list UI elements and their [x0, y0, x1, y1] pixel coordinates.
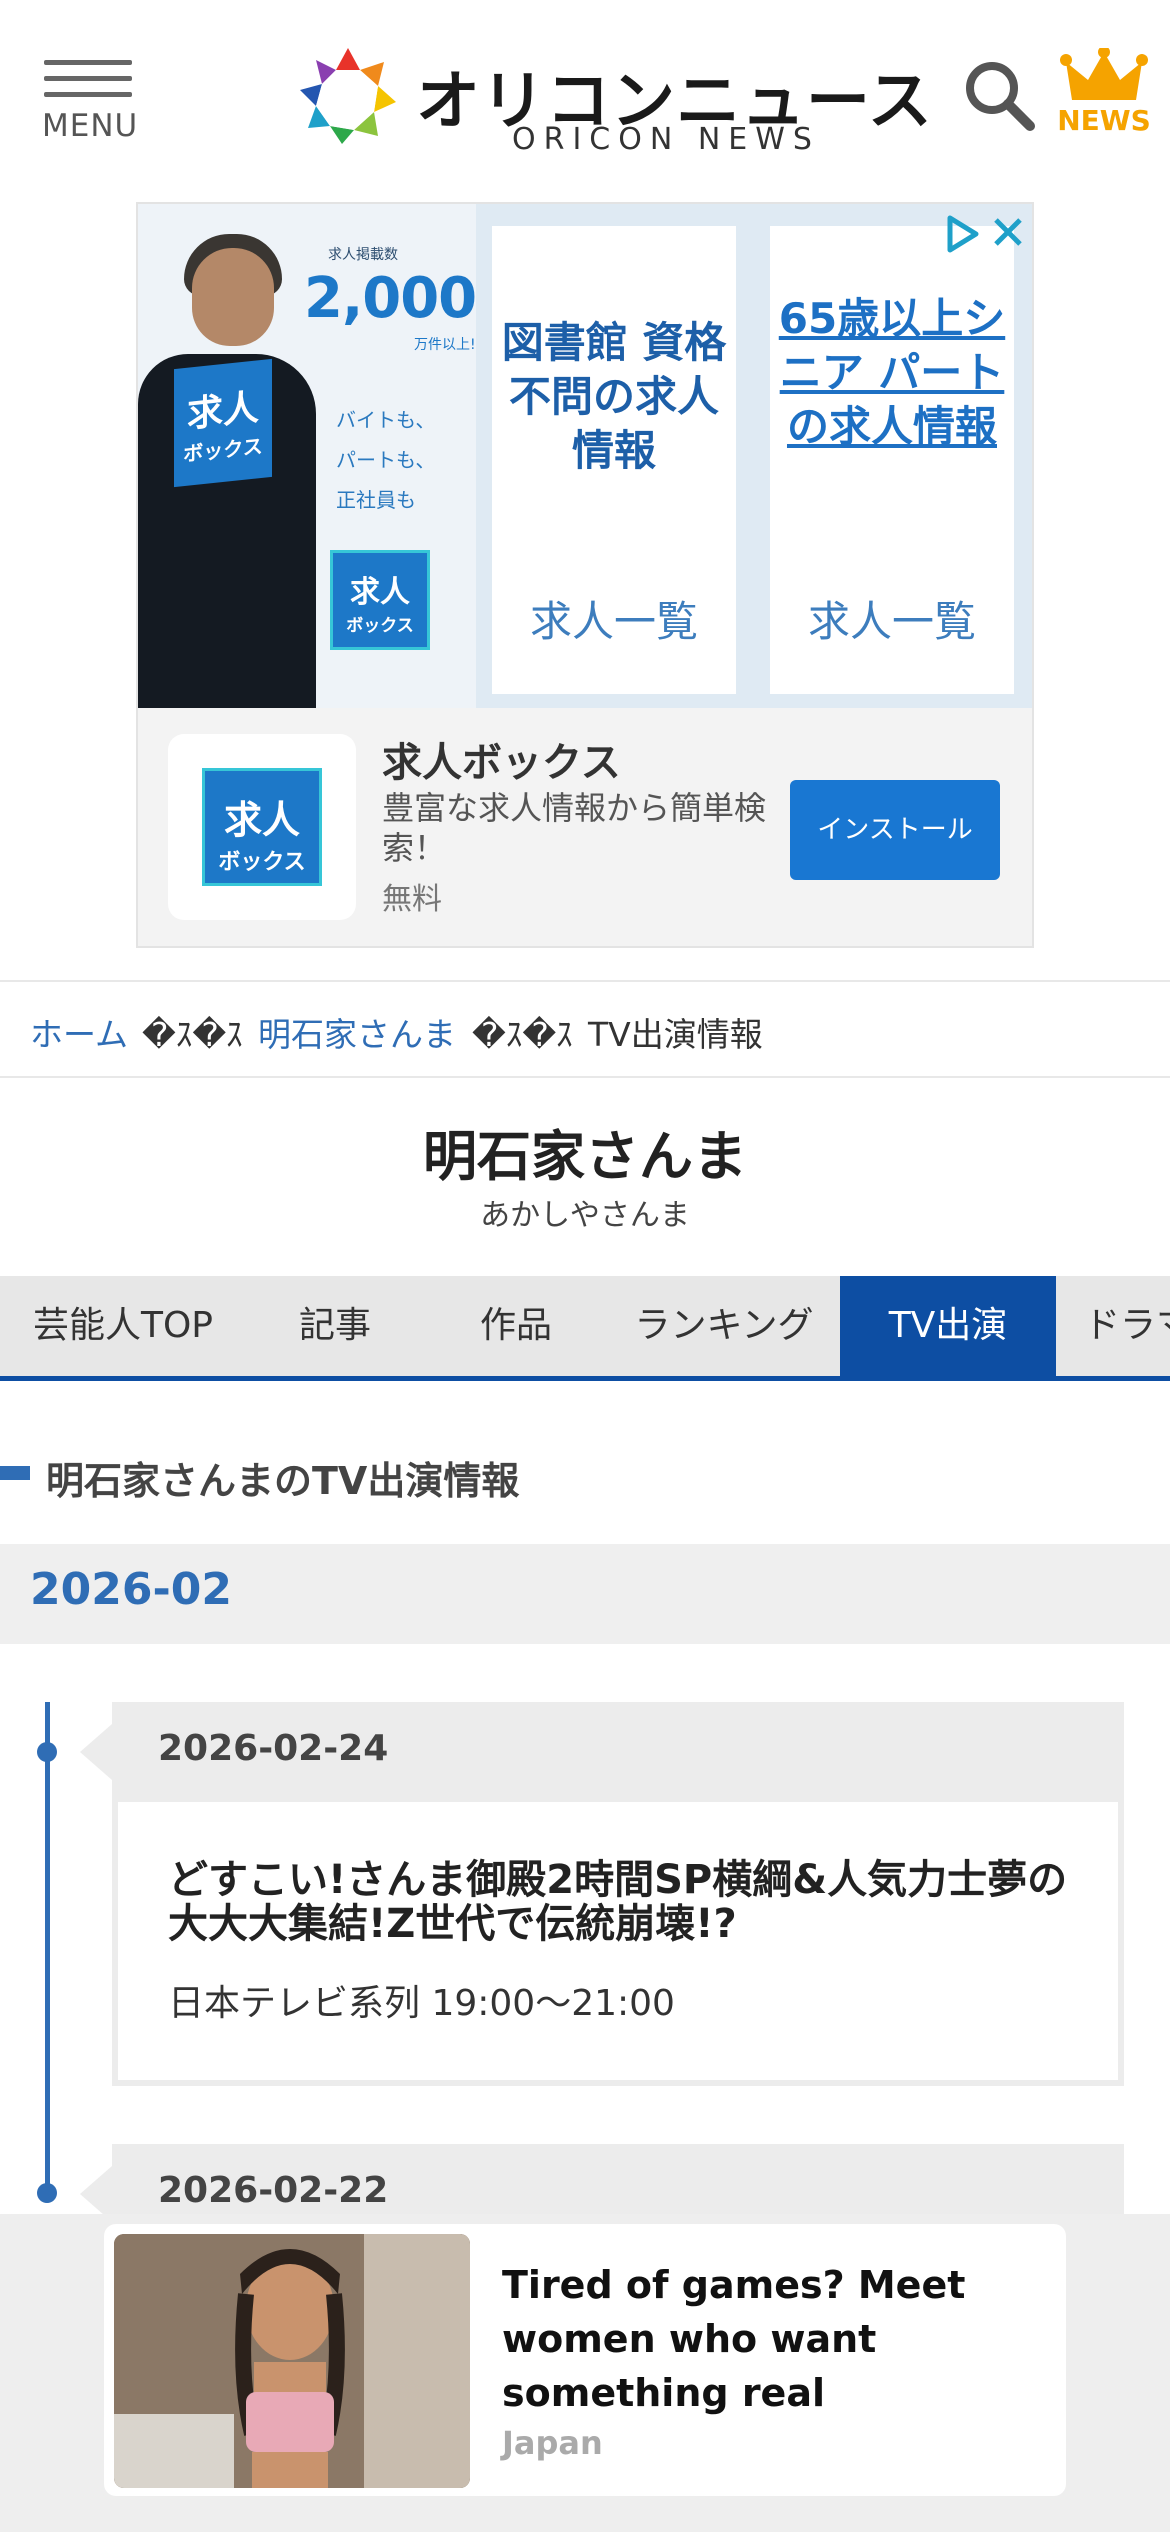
ad-bullet: パートも、 [336, 448, 436, 472]
logo-subtext: ORICON NEWS [512, 122, 820, 157]
news-label: NEWS [1057, 104, 1151, 137]
ad-install-button[interactable]: インストール [790, 780, 1000, 880]
hamburger-icon-bar [44, 76, 132, 81]
logo-mark-icon [300, 48, 396, 144]
entry-title[interactable]: どすこい!さんま御殿2時間SP横綱&人気力士夢の大大大集結!Z世代で伝統崩壊!? [168, 1858, 1088, 1946]
breadcrumb-current: TV出演情報 [588, 1015, 763, 1054]
tab-top[interactable]: 芸能人TOP [0, 1276, 246, 1376]
ad-job-card[interactable]: 65歳以上シニア パートの求人情報 求人一覧 [770, 226, 1014, 694]
ad-box-logo: 求人 ボックス [174, 358, 272, 488]
tab-articles[interactable]: 記事 [246, 1276, 424, 1376]
hamburger-icon [44, 60, 132, 65]
crown-icon [1060, 46, 1148, 100]
entry-date-header: 2026-02-24 [80, 1702, 1124, 1802]
sponsored-title[interactable]: Tired of games? Meet women who want some… [502, 2258, 1022, 2420]
close-icon[interactable] [988, 212, 1028, 252]
sponsored-photo [114, 2234, 470, 2488]
menu-label: MENU [42, 108, 139, 144]
timeline-dot [37, 2183, 57, 2203]
section-title: 明石家さんまのTV出演情報 [46, 1459, 520, 1503]
ad-bullet: バイトも、 [336, 408, 436, 432]
ad-banner[interactable]: 求人 ボックス 求人掲載数 2,000 万件以上! バイトも、 パートも、 正社… [138, 204, 1032, 708]
entry-date: 2026-02-22 [158, 2170, 389, 2211]
tab-works[interactable]: 作品 [424, 1276, 608, 1376]
adchoices-icon[interactable] [940, 212, 984, 256]
ad-count-label: 求人掲載数 [328, 247, 398, 263]
month-label: 2026-02 [30, 1564, 232, 1615]
ad-box-logo-small: 求人 ボックス [330, 550, 430, 650]
page-title-kana: あかしやさんま [480, 1198, 690, 1233]
month-header: 2026-02 [0, 1544, 1170, 1644]
section-marker [0, 1466, 30, 1480]
ad-photo: 求人 ボックス 求人掲載数 2,000 万件以上! バイトも、 パートも、 正社… [138, 204, 476, 708]
timeline-line [45, 1702, 50, 2196]
news-button[interactable]: NEWS [1056, 46, 1152, 144]
ad-app-description: 豊富な求人情報から簡単検索！ [382, 789, 767, 867]
ad-app-icon[interactable]: 求人 ボックス [168, 734, 356, 920]
ad-app-logo: 求人 ボックス [202, 768, 322, 886]
sticky-bottom-ad: Tired of games? Meet women who want some… [0, 2214, 1170, 2532]
entry-date: 2026-02-24 [158, 1728, 389, 1769]
page-title: 明石家さんま [423, 1125, 747, 1188]
oricon-news-logo[interactable]: オリコンニュース ORICON NEWS [296, 44, 932, 157]
advertisement[interactable]: 求人 ボックス 求人掲載数 2,000 万件以上! バイトも、 パートも、 正社… [136, 202, 1034, 948]
ad-job-card-footer: 求人一覧 [529, 597, 698, 646]
ad-person-head [192, 248, 274, 346]
tv-entry-card[interactable]: どすこい!さんま御殿2時間SP横綱&人気力士夢の大大大集結!Z世代で伝統崩壊!?… [112, 1802, 1124, 2086]
site-header: MENU オリコンニュース ORICON NEWS NEWS [0, 0, 1170, 200]
ad-job-card[interactable]: 図書館 資格不問の求人情報 求人一覧 [492, 226, 736, 694]
ad-count-unit: 万件以上! [414, 337, 476, 353]
ad-job-card-heading: 65歳以上シニア パートの求人情報 [778, 294, 1006, 451]
breadcrumb-artist-link[interactable]: 明石家さんま [258, 1008, 456, 1056]
entry-broadcast-info: 日本テレビ系列 19:00〜21:00 [168, 1983, 675, 2024]
search-button[interactable] [962, 58, 1038, 134]
timeline-dot [37, 1742, 57, 1762]
breadcrumb-home-link[interactable]: ホーム [30, 1008, 128, 1056]
tab-drama[interactable]: ドラマ [1056, 1276, 1170, 1376]
breadcrumb-separator: �ｽ�ｽ [142, 1015, 243, 1054]
breadcrumb-separator: �ｽ�ｽ [472, 1015, 573, 1054]
ad-app-name: 求人ボックス [382, 740, 621, 786]
tab-ranking[interactable]: ランキング [608, 1276, 840, 1376]
profile-tabs: 芸能人TOP 記事 作品 ランキング TV出演 ドラマ [0, 1276, 1170, 1380]
sponsored-card[interactable]: Tired of games? Meet women who want some… [104, 2224, 1066, 2496]
breadcrumb: ホーム �ｽ�ｽ 明石家さんま �ｽ�ｽ TV出演情報 [0, 980, 1170, 1078]
hamburger-icon-bar [44, 92, 132, 97]
ad-bullet: 正社員も [336, 488, 416, 512]
ad-app-price: 無料 [382, 882, 442, 917]
tabs-underline [0, 1376, 1170, 1381]
ad-job-card-heading: 図書館 資格不問の求人情報 [501, 318, 727, 475]
ad-job-card-footer: 求人一覧 [807, 597, 976, 646]
sponsored-source: Japan [502, 2424, 603, 2462]
menu-button[interactable]: MENU [42, 56, 138, 146]
search-icon [966, 62, 1035, 131]
tab-tv[interactable]: TV出演 [840, 1276, 1056, 1376]
ad-count: 2,000 [304, 266, 476, 331]
ad-bullets: バイトも、 パートも、 正社員も [336, 400, 476, 520]
